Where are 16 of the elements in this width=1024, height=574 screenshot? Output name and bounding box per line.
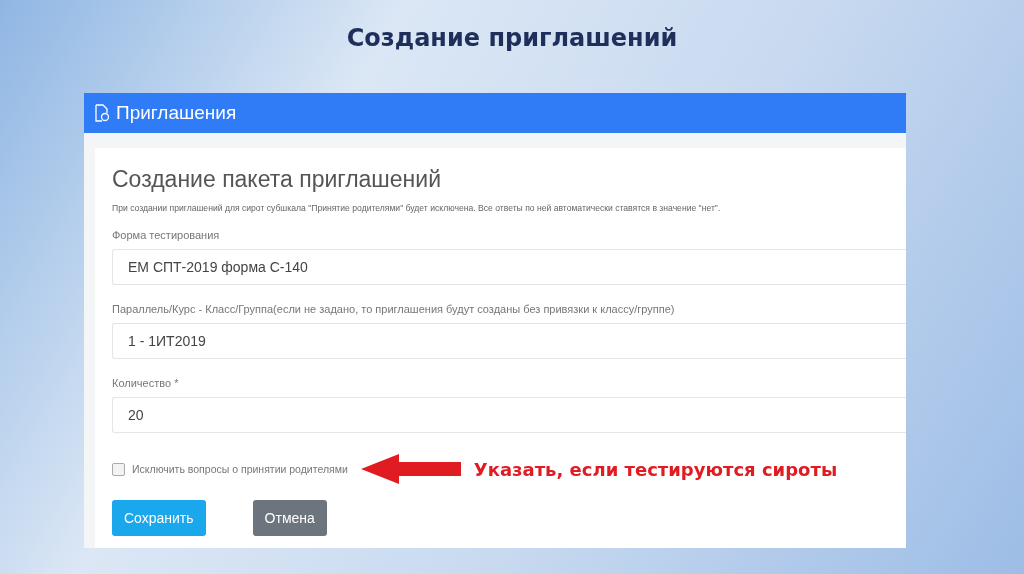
slide-title: Создание приглашений bbox=[346, 24, 678, 54]
input-field[interactable]: ЕМ СПТ-2019 форма С-140 bbox=[112, 249, 906, 285]
input-field[interactable]: 20 bbox=[112, 397, 906, 433]
field-label: Количество * bbox=[112, 377, 180, 389]
form-note: При создании приглашений для сирот субшкала "Принятие родителями" будет исключена. Все ответы по ней автоматически ставятся в значение "нет". bbox=[112, 203, 722, 213]
document-icon bbox=[94, 104, 110, 122]
checkbox-label: Исключить вопросы о принятии родителями bbox=[132, 463, 348, 475]
checkbox[interactable] bbox=[112, 462, 125, 476]
panel-title: Приглашения bbox=[116, 102, 237, 124]
field-label: Параллель/Курс - Класс/Группа(если не задано, то приглашения будут созданы без привязки к классу/группе) bbox=[112, 303, 676, 315]
cancel-button[interactable]: Отмена bbox=[252, 500, 327, 536]
field-label: Форма тестирования bbox=[112, 229, 221, 241]
arrow-icon bbox=[360, 453, 461, 485]
annotation-text: Указать, если тестируются сироты bbox=[473, 458, 838, 480]
input-field[interactable]: 1 - 1ИТ2019 bbox=[112, 323, 906, 359]
form-heading: Создание пакета приглашений bbox=[112, 166, 442, 193]
